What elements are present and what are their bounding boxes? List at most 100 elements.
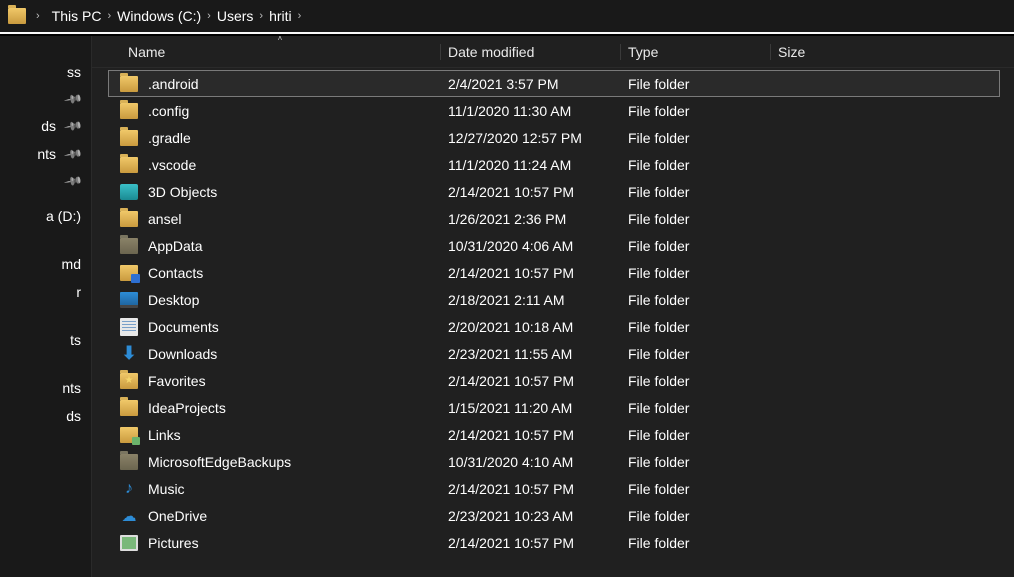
file-row[interactable]: .gradle12/27/2020 12:57 PMFile folder xyxy=(92,124,1014,151)
cell-name: .android xyxy=(120,76,440,92)
file-row[interactable]: MicrosoftEdgeBackups10/31/2020 4:10 AMFi… xyxy=(92,448,1014,475)
cell-name: ansel xyxy=(120,211,440,227)
file-name: .android xyxy=(148,76,199,92)
sidebar-item[interactable]: 📌 xyxy=(0,168,91,194)
file-row[interactable]: .config11/1/2020 11:30 AMFile folder xyxy=(92,97,1014,124)
column-header-date[interactable]: Date modified xyxy=(440,38,620,66)
folder-icon xyxy=(120,157,138,173)
file-row[interactable]: .vscode 11/1/2020 11:24 AMFile folder xyxy=(92,151,1014,178)
cell-date: 2/14/2021 10:57 PM xyxy=(440,481,620,497)
folder-icon xyxy=(120,400,138,416)
file-row[interactable]: ♪Music2/14/2021 10:57 PMFile folder xyxy=(92,475,1014,502)
cell-type: File folder xyxy=(620,400,770,416)
column-header-type[interactable]: Type xyxy=(620,38,770,66)
file-name: ansel xyxy=(148,211,181,227)
sidebar-item-label: ds xyxy=(41,118,56,134)
layout: ss📌ds📌nts📌📌a (D:)mdrtsntsds ˄ Name Date … xyxy=(0,36,1014,577)
column-header-size[interactable]: Size xyxy=(770,38,870,66)
music-icon: ♪ xyxy=(120,481,138,497)
cell-name: ★Favorites xyxy=(120,373,440,389)
cell-name: Documents xyxy=(120,318,440,336)
sidebar-item[interactable] xyxy=(0,314,91,326)
file-list-panel: ˄ Name Date modified Type Size .android 2… xyxy=(92,36,1014,577)
sort-indicator-icon: ˄ xyxy=(278,34,283,43)
sidebar-item[interactable] xyxy=(0,362,91,374)
file-name: .gradle xyxy=(148,130,191,146)
file-row[interactable]: ☁OneDrive2/23/2021 10:23 AMFile folder xyxy=(92,502,1014,529)
cell-name: .config xyxy=(120,103,440,119)
file-name: .vscode xyxy=(148,157,196,173)
sidebar-item-label: r xyxy=(76,284,81,300)
cell-name: Desktop xyxy=(120,292,440,308)
file-row[interactable]: Documents 2/20/2021 10:18 AMFile folder xyxy=(92,313,1014,340)
cell-date: 2/20/2021 10:18 AM xyxy=(440,319,620,335)
file-row[interactable]: IdeaProjects1/15/2021 11:20 AMFile folde… xyxy=(92,394,1014,421)
file-row[interactable]: ⬇Downloads2/23/2021 11:55 AMFile folder xyxy=(92,340,1014,367)
chevron-right-icon[interactable]: › xyxy=(203,10,215,22)
folder-icon xyxy=(120,103,138,119)
file-row[interactable]: AppData10/31/2020 4:06 AMFile folder xyxy=(92,232,1014,259)
file-name: Documents xyxy=(148,319,219,335)
column-header-name-label: Name xyxy=(128,44,165,60)
sidebar-item[interactable]: nts xyxy=(0,374,91,402)
sidebar-item[interactable]: ds📌 xyxy=(0,112,91,140)
file-name: AppData xyxy=(148,238,202,254)
sidebar-item-label: a (D:) xyxy=(46,208,81,224)
folder-icon xyxy=(120,76,138,92)
file-name: .config xyxy=(148,103,189,119)
sidebar-item-label: nts xyxy=(37,146,56,162)
cell-type: File folder xyxy=(620,454,770,470)
cell-type: File folder xyxy=(620,76,770,92)
file-row[interactable]: Desktop2/18/2021 2:11 AMFile folder xyxy=(92,286,1014,313)
chevron-right-icon[interactable]: › xyxy=(255,10,267,22)
chevron-right-icon[interactable]: › xyxy=(294,10,306,22)
cell-name: Contacts xyxy=(120,265,440,281)
file-row[interactable]: Contacts2/14/2021 10:57 PMFile folder xyxy=(92,259,1014,286)
sidebar-item[interactable]: ds xyxy=(0,402,91,430)
file-row[interactable]: ★Favorites2/14/2021 10:57 PMFile folder xyxy=(92,367,1014,394)
sidebar-item-label: ts xyxy=(70,332,81,348)
breadcrumb-segment[interactable]: This PC xyxy=(50,4,104,28)
cell-date: 2/4/2021 3:57 PM xyxy=(440,76,620,92)
sidebar-item[interactable]: md xyxy=(0,250,91,278)
cell-name: Links xyxy=(120,427,440,443)
sidebar-item[interactable]: 📌 xyxy=(0,86,91,112)
cell-type: File folder xyxy=(620,319,770,335)
folder-hidden-icon xyxy=(120,454,138,470)
sidebar-item[interactable] xyxy=(0,238,91,250)
breadcrumb-segment[interactable]: hriti xyxy=(267,4,294,28)
cell-date: 2/14/2021 10:57 PM xyxy=(440,184,620,200)
cell-name: IdeaProjects xyxy=(120,400,440,416)
cell-name: .gradle xyxy=(120,130,440,146)
breadcrumb-segment[interactable]: Windows (C:) xyxy=(115,4,203,28)
chevron-right-icon[interactable]: › xyxy=(103,10,115,22)
downloads-icon: ⬇ xyxy=(120,346,138,362)
nav-sidebar[interactable]: ss📌ds📌nts📌📌a (D:)mdrtsntsds xyxy=(0,36,92,577)
chevron-right-icon[interactable]: › xyxy=(32,10,44,22)
pin-icon: 📌 xyxy=(63,89,83,109)
file-row[interactable]: 3D Objects2/14/2021 10:57 PMFile folder xyxy=(92,178,1014,205)
sidebar-item[interactable]: r xyxy=(0,278,91,306)
sidebar-item[interactable]: ss xyxy=(0,58,91,86)
cell-date: 2/14/2021 10:57 PM xyxy=(440,427,620,443)
address-bar[interactable]: › This PC›Windows (C:)›Users›hriti› xyxy=(0,0,1014,34)
cell-type: File folder xyxy=(620,508,770,524)
file-name: IdeaProjects xyxy=(148,400,226,416)
file-name: Pictures xyxy=(148,535,199,551)
sidebar-item[interactable]: ts xyxy=(0,326,91,354)
file-row[interactable]: Links2/14/2021 10:57 PMFile folder xyxy=(92,421,1014,448)
cell-date: 11/1/2020 11:24 AM xyxy=(440,157,620,173)
breadcrumb-segment[interactable]: Users xyxy=(215,4,256,28)
sidebar-item[interactable]: nts📌 xyxy=(0,140,91,168)
cell-name: .vscode xyxy=(120,157,440,173)
column-header-date-label: Date modified xyxy=(448,44,534,60)
pin-icon: 📌 xyxy=(63,171,83,191)
cell-date: 2/14/2021 10:57 PM xyxy=(440,265,620,281)
file-row[interactable]: ansel1/26/2021 2:36 PMFile folder xyxy=(92,205,1014,232)
column-header-name[interactable]: ˄ Name xyxy=(120,38,440,66)
cell-type: File folder xyxy=(620,157,770,173)
file-row[interactable]: .android 2/4/2021 3:57 PMFile folder xyxy=(108,70,1000,97)
file-name: Downloads xyxy=(148,346,217,362)
sidebar-item[interactable]: a (D:) xyxy=(0,202,91,230)
file-row[interactable]: Pictures2/14/2021 10:57 PMFile folder xyxy=(92,529,1014,556)
